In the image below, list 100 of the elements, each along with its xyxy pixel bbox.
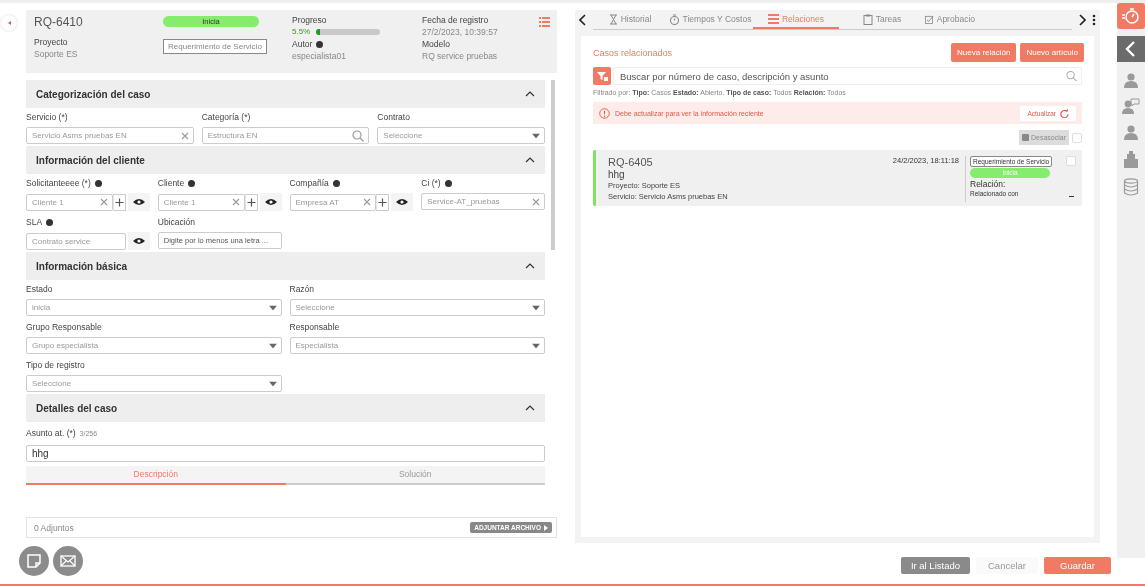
- chevron-up-icon[interactable]: [525, 157, 535, 163]
- search-field[interactable]: Buscar por número de caso, descripción y asunto: [613, 67, 1082, 85]
- dropdown[interactable]: Seleccione: [377, 127, 545, 144]
- dropdown[interactable]: Grupo especialista: [26, 337, 282, 354]
- attachments-count: 0 Adjuntos: [34, 522, 74, 533]
- field-label: Grupo Responsable: [26, 322, 102, 333]
- case-id: RQ-6405: [608, 156, 653, 168]
- field-label: Autor: [292, 38, 313, 50]
- progress-reading: 5.5%: [292, 26, 311, 38]
- case-id: RQ-6410: [34, 14, 84, 31]
- field-label: Asunto at. (*): [26, 428, 76, 439]
- clear-icon[interactable]: [363, 198, 372, 206]
- case-type-badge: Requerimiento de Servicio: [163, 39, 267, 54]
- caret-icon: [532, 305, 540, 310]
- tab[interactable]: Historial: [593, 10, 667, 28]
- info-icon[interactable]: [444, 180, 452, 187]
- input-field[interactable]: Service-AT_pruebas: [421, 193, 545, 210]
- cancel-button[interactable]: Cancelar: [976, 557, 1038, 574]
- caret-icon: [268, 381, 277, 386]
- chevron-up-icon[interactable]: [525, 263, 535, 269]
- view-icon[interactable]: [127, 232, 150, 250]
- field-label: Proyecto: [34, 36, 69, 48]
- tab[interactable]: Aprobacio: [925, 10, 975, 28]
- warning-icon: [599, 107, 610, 119]
- caret-icon: [532, 133, 540, 138]
- tab[interactable]: Tareas: [839, 10, 925, 28]
- list-icon: [767, 13, 779, 24]
- view-icon[interactable]: [127, 193, 150, 211]
- collapse-button[interactable]: [1117, 36, 1145, 62]
- input-field[interactable]: Servicio Asms pruebas EN: [26, 127, 194, 144]
- field-value: especialista01: [292, 50, 347, 62]
- dropdown[interactable]: Especialista: [289, 337, 545, 354]
- view-icon[interactable]: [259, 193, 282, 211]
- checkbox-icon: [925, 13, 934, 25]
- field-label: Razón: [289, 284, 315, 295]
- tab[interactable]: Descripción: [26, 466, 286, 485]
- section-header[interactable]: Información básica: [26, 252, 545, 280]
- minus-icon[interactable]: [1068, 195, 1074, 197]
- section-header[interactable]: Detalles del caso: [26, 394, 545, 422]
- clear-icon[interactable]: [99, 198, 108, 206]
- scrollbar-thumb[interactable]: [551, 80, 555, 250]
- action-button[interactable]: Nueva relación: [951, 43, 1017, 62]
- stopwatch-icon[interactable]: [1117, 3, 1145, 29]
- field-label: Responsable: [289, 322, 340, 333]
- chevron-right-icon[interactable]: [1078, 14, 1086, 26]
- collapse-handle[interactable]: [1, 15, 17, 31]
- info-icon[interactable]: [188, 180, 196, 187]
- caret-icon: [268, 343, 277, 348]
- field-label: Ci (*): [421, 178, 441, 189]
- dropdown[interactable]: inicia: [26, 299, 282, 316]
- info-icon[interactable]: [332, 180, 340, 187]
- input-field[interactable]: Contrato service: [26, 232, 126, 250]
- field-label: Solicitanteeee (*): [26, 178, 91, 189]
- case-subject: hhg: [608, 169, 626, 180]
- chevron-up-icon[interactable]: [525, 91, 535, 97]
- field-label: Estado: [26, 284, 53, 295]
- field-label: Progreso: [292, 14, 328, 26]
- chevron-up-icon[interactable]: [525, 405, 535, 411]
- field-label: Fecha de registro: [422, 14, 490, 26]
- caret-icon: [532, 343, 540, 348]
- list-button[interactable]: Ir al Listado: [900, 557, 970, 574]
- tab[interactable]: Tiempos Y Costos: [667, 10, 753, 28]
- info-icon[interactable]: [94, 180, 102, 187]
- checkbox[interactable]: [1072, 132, 1082, 143]
- checkbox[interactable]: [1066, 156, 1076, 166]
- clear-icon[interactable]: [532, 197, 540, 206]
- subject-field[interactable]: hhg: [26, 445, 545, 462]
- note-button[interactable]: [19, 546, 49, 576]
- filter-button[interactable]: [593, 67, 611, 85]
- tab[interactable]: Solución: [285, 466, 545, 485]
- clear-icon[interactable]: [231, 198, 240, 206]
- action-button[interactable]: Nuevo artículo: [1020, 43, 1084, 62]
- info-icon[interactable]: [316, 40, 324, 48]
- search-field[interactable]: Estructura EN: [201, 127, 370, 144]
- save-button[interactable]: Guardar: [1044, 557, 1111, 574]
- field-value: RQ service pruebas: [422, 50, 499, 62]
- clear-icon[interactable]: [180, 131, 189, 140]
- section-title: Información básica: [36, 260, 128, 272]
- stopwatch-icon: [668, 13, 680, 25]
- section-header[interactable]: Información del cliente: [26, 146, 545, 174]
- info-icon[interactable]: [46, 219, 54, 226]
- section-title: Información del cliente: [36, 154, 145, 166]
- dropdown[interactable]: Seleccione: [26, 375, 282, 392]
- chevron-left-icon[interactable]: [579, 14, 587, 26]
- section-title: Categorización del caso: [36, 88, 151, 100]
- mail-button[interactable]: [53, 546, 83, 576]
- view-icon[interactable]: [391, 193, 414, 211]
- more-icon[interactable]: [1092, 14, 1096, 26]
- field-label: Modelo: [422, 38, 451, 50]
- field-value: 27/2/2023, 10:39:57: [422, 26, 499, 38]
- relation-label: Relación:: [970, 179, 1007, 189]
- search-icon[interactable]: [352, 129, 365, 142]
- field-label: Tipo de registro: [26, 360, 85, 371]
- field-label: Ubicación: [157, 217, 196, 228]
- tab[interactable]: Relaciones: [753, 10, 839, 29]
- panel-title: Casos relacionados: [593, 47, 673, 58]
- field-value: Soporte ES: [34, 48, 79, 60]
- add-button[interactable]: [376, 193, 390, 211]
- section-header[interactable]: Categorización del caso: [26, 80, 545, 108]
- dropdown[interactable]: Seleccione: [289, 299, 545, 316]
